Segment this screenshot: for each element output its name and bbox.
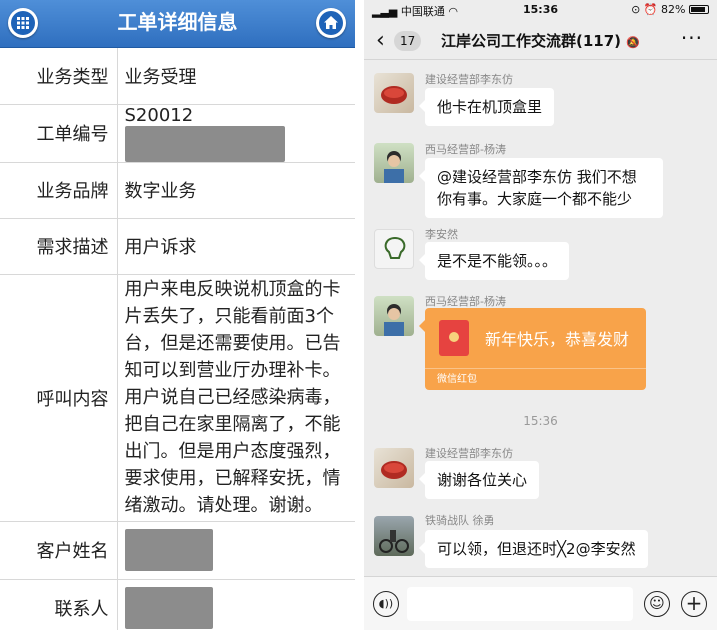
message-bubble[interactable]: @建设经营部李东仿 我们不想你有事。大家庭一个都不能少 [419, 158, 663, 218]
work-order-panel: 工单详细信息 业务类型 业务受理 工单编号 S20012 业务品牌 数字业务 需… [0, 0, 355, 630]
field-label: 联系人 [0, 579, 118, 630]
field-value: 数字业务 [117, 162, 355, 219]
sender-name: 李安然 [425, 228, 458, 241]
battery-icon [689, 5, 709, 14]
message-input[interactable] [407, 587, 633, 621]
work-order-header: 工单详细信息 [0, 0, 355, 48]
table-row: 客户姓名 [0, 521, 355, 580]
chat-timestamp: 15:36 [523, 414, 558, 428]
table-row: 联系人 [0, 579, 355, 630]
call-content-text: 用户来电反映说机顶盒的卡片丢失了，只能看前面3个台，但是还需要使用。已告知可以到… [124, 279, 341, 516]
page-title: 工单详细信息 [117, 10, 238, 34]
location-icon: ⊙ [631, 3, 641, 16]
chat-title-text: 江岸公司工作交流群(117) [441, 32, 622, 50]
work-order-detail-table: 业务类型 业务受理 工单编号 S20012 业务品牌 数字业务 需求描述 用户诉… [0, 48, 355, 630]
plus-icon[interactable]: + [681, 591, 707, 617]
home-icon [324, 16, 338, 29]
redacted-block [124, 587, 213, 630]
field-label: 业务品牌 [0, 162, 118, 219]
chat-navbar: ‹ 17 江岸公司工作交流群(117) 🔕 ··· [364, 22, 717, 60]
avatar[interactable] [374, 448, 414, 488]
field-value-cell [117, 579, 355, 630]
divider [355, 0, 364, 630]
alarm-icon: ⏰ [643, 3, 658, 16]
field-label: 需求描述 [0, 218, 118, 275]
mute-bell-icon: 🔕 [626, 36, 640, 49]
table-row: 业务类型 业务受理 [0, 48, 355, 105]
sender-name: 建设经营部李东仿 [425, 73, 513, 86]
field-label: 业务类型 [0, 48, 118, 105]
sender-name: 西马经营部-杨涛 [425, 295, 506, 308]
field-label: 呼叫内容 [0, 274, 118, 522]
avatar[interactable] [374, 143, 414, 183]
status-right: ⊙ ⏰ 82% [631, 3, 709, 16]
avatar[interactable] [374, 516, 414, 556]
avatar[interactable] [374, 73, 414, 113]
redacted-block [124, 125, 285, 162]
table-row: 需求描述 用户诉求 [0, 218, 355, 275]
sender-name: 铁骑战队 徐勇 [425, 514, 495, 527]
home-button[interactable] [316, 8, 346, 38]
avatar-image-icon [381, 461, 407, 479]
avatar-image-icon [384, 304, 404, 336]
redacted-block [124, 529, 213, 571]
message-bubble[interactable]: 是不是不能领。。。 [418, 242, 570, 280]
sender-name: 西马经营部-杨涛 [425, 143, 506, 156]
chat-input-bar: ◖)) ☺ + [364, 576, 717, 630]
avatar[interactable] [374, 296, 414, 336]
red-packet-message[interactable]: 新年快乐，恭喜发财 微信红包 [419, 308, 646, 390]
voice-icon[interactable]: ◖)) [373, 591, 399, 617]
field-value: 业务受理 [117, 48, 355, 105]
order-number: S20012 [124, 104, 194, 126]
red-packet-greeting: 新年快乐，恭喜发财 [485, 330, 630, 349]
table-row: 工单编号 S20012 [0, 104, 355, 163]
table-row: 呼叫内容 用户来电反映说机顶盒的卡片丢失了，只能看前面3个台，但是还需要使用。已… [0, 274, 355, 522]
message-bubble[interactable]: 可以领，但退还时╳2@李安然 [419, 530, 648, 568]
field-label: 工单编号 [0, 104, 118, 163]
field-value: 用户诉求 [117, 218, 355, 275]
avatar[interactable] [374, 229, 414, 269]
chat-panel: ▂▃▅ 中国联通 ◠ 15:36 ⊙ ⏰ 82% ‹ 17 江岸公司工作交流群(… [364, 0, 717, 630]
field-label: 客户姓名 [0, 521, 118, 580]
emoji-icon[interactable]: ☺ [644, 591, 670, 617]
field-value-cell: 用户来电反映说机顶盒的卡片丢失了，只能看前面3个台，但是还需要使用。已告知可以到… [117, 274, 355, 522]
field-value-cell: S20012 [117, 104, 355, 163]
avatar-image-icon [381, 86, 407, 104]
battery-percent: 82% [661, 3, 686, 16]
avatar-image-icon [379, 530, 409, 553]
avatar-image-icon [384, 236, 406, 259]
avatar-image-icon [384, 151, 404, 183]
table-row: 业务品牌 数字业务 [0, 162, 355, 219]
more-options-icon[interactable]: ··· [681, 26, 703, 50]
sender-name: 建设经营部李东仿 [425, 447, 513, 460]
red-envelope-icon [439, 320, 469, 356]
red-packet-label: 微信红包 [425, 368, 646, 390]
message-bubble[interactable]: 谢谢各位关心 [418, 461, 540, 499]
field-value-cell [117, 521, 355, 580]
message-bubble[interactable]: 他卡在机顶盒里 [418, 88, 555, 126]
status-bar: ▂▃▅ 中国联通 ◠ 15:36 ⊙ ⏰ 82% [364, 0, 717, 20]
chat-title: 江岸公司工作交流群(117) 🔕 [364, 30, 717, 51]
